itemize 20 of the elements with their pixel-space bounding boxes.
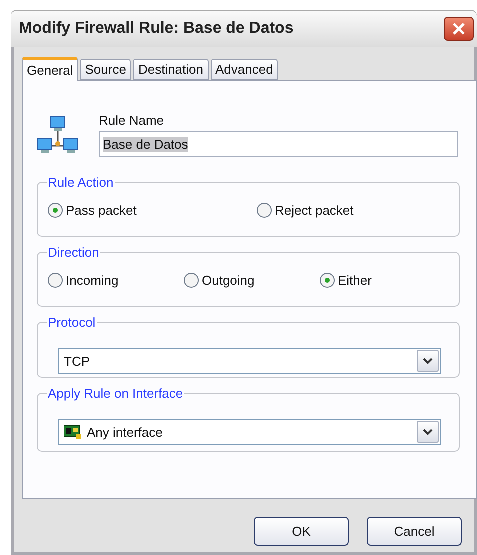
dialog-button[interactable]: OK <box>254 517 349 546</box>
radio-label: Outgoing <box>202 273 255 288</box>
tab[interactable]: General <box>22 57 78 81</box>
interface-dropdown[interactable]: Any interface <box>58 419 441 445</box>
radio-label: Pass packet <box>66 203 137 218</box>
protocol-dropdown[interactable]: TCP <box>58 348 441 374</box>
radio-label: Either <box>338 273 372 288</box>
dialog-button[interactable]: Cancel <box>367 517 462 546</box>
group-title: Protocol <box>47 315 97 330</box>
group-title: Rule Action <box>47 175 115 190</box>
group-title: Apply Rule on Interface <box>47 386 184 401</box>
group-title: Direction <box>47 245 100 260</box>
radio-label: Reject packet <box>275 203 354 218</box>
tab[interactable]: Destination <box>133 59 208 80</box>
rule-name-field[interactable]: Base de Datos <box>99 131 458 157</box>
field-label: Rule Name <box>99 113 166 128</box>
radio-label: Incoming <box>66 273 119 288</box>
window-title: Modify Firewall Rule: Base de Datos <box>19 20 295 38</box>
tab[interactable]: Advanced <box>210 59 278 80</box>
tab[interactable]: Source <box>80 59 132 80</box>
